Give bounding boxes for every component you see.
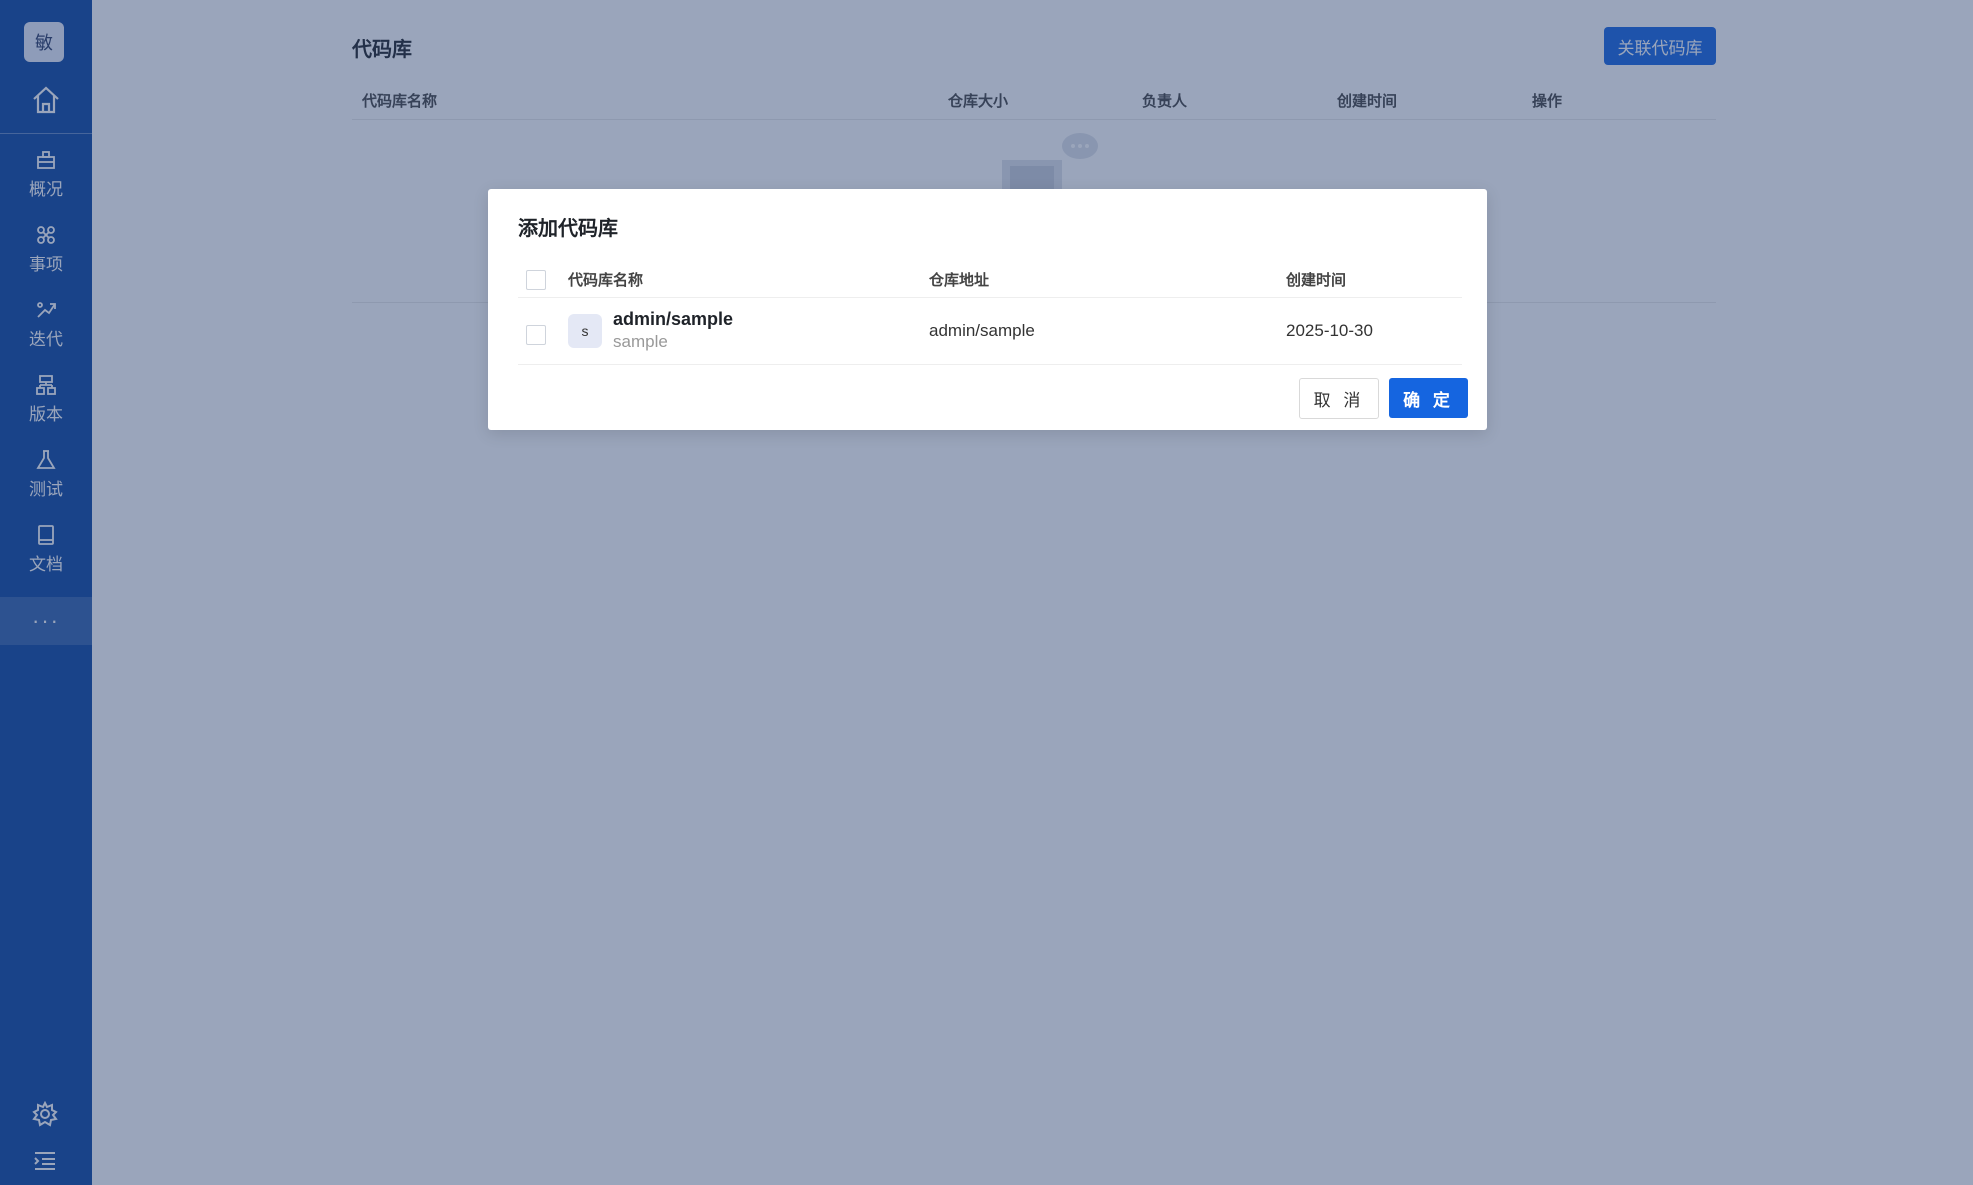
row-checkbox[interactable] [526,325,546,345]
repo-name: admin/sample [613,309,734,329]
repo-subtitle: sample [613,332,668,351]
column-header-address: 仓库地址 [929,272,990,289]
table-header-divider [518,297,1462,298]
confirm-button[interactable]: 确 定 [1389,378,1468,418]
repo-avatar: s [568,314,602,348]
modal-overlay[interactable] [0,0,1973,1185]
add-repository-dialog: 添加代码库 代码库名称 仓库地址 创建时间 s admin/sample sam… [488,189,1487,430]
column-header-name: 代码库名称 [568,272,644,289]
column-header-created: 创建时间 [1286,272,1347,289]
repo-created-date: 2025-10-30 [1286,321,1373,340]
dialog-title: 添加代码库 [518,218,618,240]
select-all-checkbox[interactable] [526,270,546,290]
repo-address: admin/sample [929,321,1035,340]
cancel-button[interactable]: 取 消 [1299,378,1379,419]
row-divider [518,364,1462,365]
